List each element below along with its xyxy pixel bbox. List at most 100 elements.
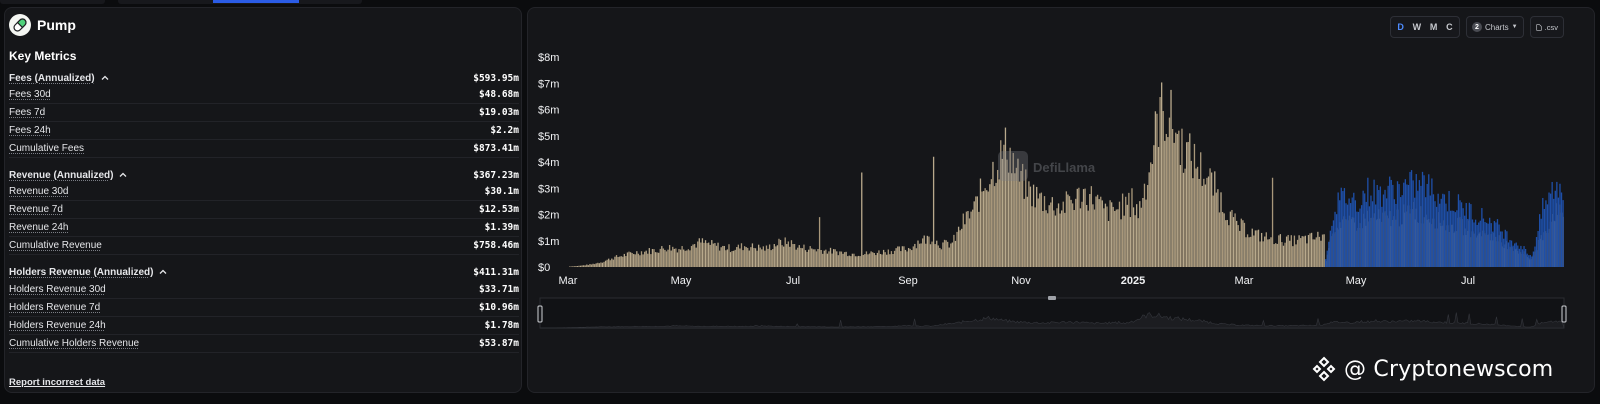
top-tab-segment[interactable] (0, 0, 105, 4)
y-tick-label: $5m (538, 131, 559, 143)
holders-revenue-bar (1337, 192, 1339, 267)
fees-bar (939, 247, 941, 267)
fees-bar (1053, 210, 1055, 267)
fees-bar (1185, 142, 1188, 267)
fees-bar (662, 248, 665, 267)
fees-bar (1046, 213, 1049, 267)
fees-bar (1075, 198, 1077, 267)
fees-bar (1262, 241, 1264, 267)
fees-bar (647, 253, 649, 267)
x-tick-label: Sep (898, 275, 918, 287)
fees-bar (1285, 236, 1288, 267)
holders-revenue-bar (1457, 194, 1460, 267)
y-tick-label: $4m (538, 157, 559, 169)
chevron-up-icon[interactable] (119, 171, 127, 179)
x-tick-label: Nov (1011, 275, 1031, 287)
fees-revenue-chart[interactable]: $0 $1m $2m $3m $4m $5m $6m $7m $8m DefiLlama Mar… (528, 8, 1596, 394)
fees-bar (975, 196, 977, 267)
fees-bar (1245, 237, 1247, 267)
fees-bar (789, 246, 791, 267)
metric-group-header[interactable]: Holders Revenue (Annualized) $411.31m (9, 263, 519, 281)
fees-bar (845, 251, 847, 267)
fees-bar (773, 244, 775, 267)
holders-revenue-bar (1478, 222, 1480, 267)
holders-revenue-bar (1403, 182, 1405, 267)
fees-bar (817, 249, 819, 267)
fees-bar (862, 254, 864, 267)
fees-bar (726, 249, 729, 267)
fees-bar (1101, 200, 1103, 267)
holders-revenue-bar (1464, 215, 1466, 267)
fees-bar (812, 249, 814, 267)
fees-bar (758, 244, 760, 267)
y-tick-label: $6m (538, 105, 559, 117)
fees-bar (1184, 168, 1186, 267)
holders-revenue-bar (1440, 198, 1442, 267)
metric-value: $873.41m (473, 143, 519, 154)
fees-bar (1289, 240, 1291, 267)
brush-left-handle[interactable] (537, 305, 543, 323)
fees-bar (1042, 211, 1044, 267)
fees-bar (822, 253, 824, 267)
metric-row: Cumulative Holders Revenue $53.87m (9, 335, 519, 353)
fees-bar (923, 235, 925, 267)
metric-label: Holders Revenue 30d (9, 284, 106, 295)
report-incorrect-data-link[interactable]: Report incorrect data (9, 377, 105, 388)
fees-bar (1114, 211, 1116, 267)
metric-row: Cumulative Revenue $758.46m (9, 237, 519, 255)
fees-bar (1071, 203, 1074, 267)
fees-bar (825, 249, 827, 267)
metric-label: Revenue 7d (9, 204, 63, 215)
holders-revenue-bar (1399, 197, 1402, 267)
fees-bar (736, 247, 738, 267)
holders-revenue-bar (1496, 219, 1499, 267)
fees-bar (678, 249, 680, 267)
fees-bar (1181, 128, 1183, 267)
fees-bar (984, 188, 986, 267)
fees-bar (793, 244, 796, 267)
brush-drag-handle[interactable] (1048, 296, 1056, 300)
chevron-up-icon[interactable] (159, 268, 167, 276)
fees-bar (1007, 172, 1010, 267)
metric-group-header[interactable]: Revenue (Annualized) $367.23m (9, 166, 519, 184)
fees-bar (904, 249, 907, 267)
chevron-up-icon[interactable] (101, 74, 109, 82)
fees-bar (1178, 130, 1180, 267)
fees-bar (1217, 189, 1219, 267)
fees-bar (1157, 146, 1160, 267)
fees-bar (981, 191, 983, 267)
fees-bar (1223, 213, 1225, 267)
holders-revenue-bar (1443, 194, 1446, 267)
fees-bar (1015, 167, 1018, 267)
fees-bar (1139, 201, 1141, 267)
fees-bar (1059, 213, 1061, 267)
holders-revenue-bar (1350, 203, 1352, 267)
fees-bar (1239, 230, 1241, 267)
holders-revenue-bar (1335, 214, 1338, 267)
holders-revenue-bar (1370, 195, 1372, 267)
fees-bar (1100, 196, 1102, 267)
fees-bar (572, 266, 574, 267)
brush-right-handle[interactable] (1561, 305, 1567, 323)
fees-bar (897, 246, 899, 267)
fees-bar (720, 247, 722, 267)
fees-bar (854, 256, 857, 267)
fees-bar (590, 264, 593, 267)
fees-bar (948, 247, 950, 267)
fees-bar (1031, 206, 1033, 267)
fees-bar (859, 256, 861, 267)
fees-bar (907, 248, 910, 267)
fees-bar (1084, 188, 1086, 267)
holders-revenue-bar (1373, 179, 1375, 267)
holders-revenue-bar (1407, 184, 1410, 267)
metric-group-header[interactable]: Fees (Annualized) $593.95m (9, 69, 519, 87)
fees-bar (1146, 185, 1149, 267)
fees-bar (936, 240, 938, 267)
fees-bar (1011, 173, 1013, 267)
fees-bar (695, 247, 697, 267)
fees-bar (1070, 199, 1072, 267)
holders-revenue-bar (1435, 206, 1438, 267)
fees-bar (1220, 192, 1222, 267)
fees-bar (1092, 204, 1094, 267)
holders-revenue-bar (1517, 245, 1519, 267)
